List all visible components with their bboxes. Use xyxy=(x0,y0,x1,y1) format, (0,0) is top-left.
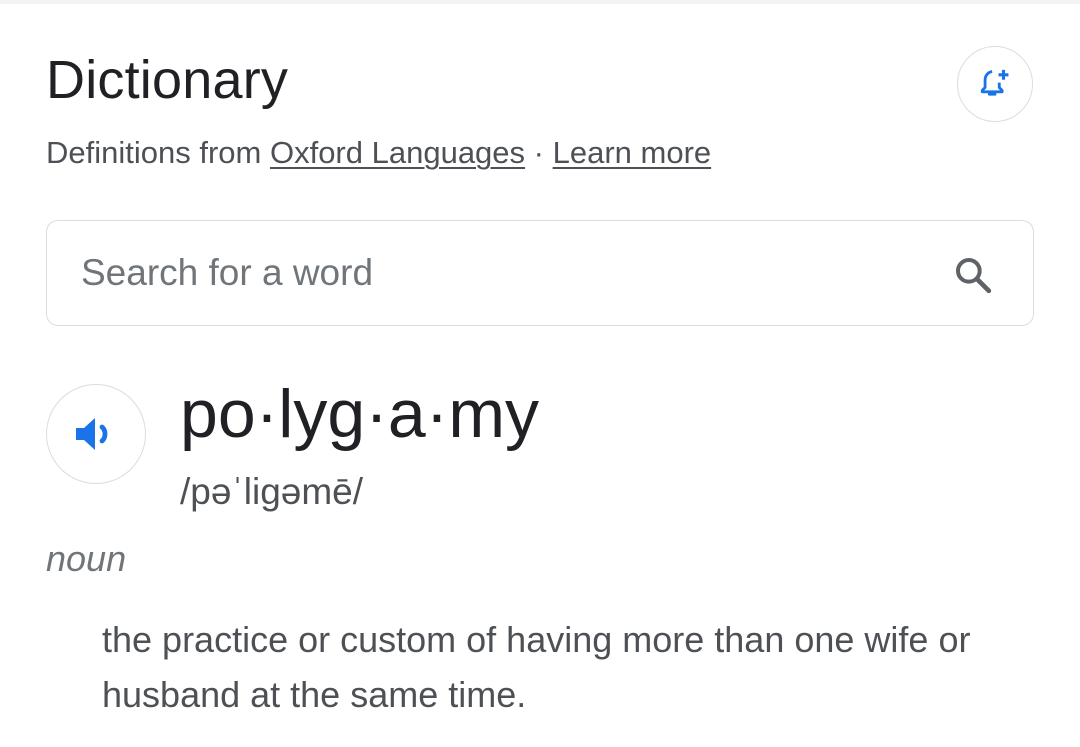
headword: po·lyg·a·my xyxy=(180,376,539,452)
oxford-languages-link[interactable]: Oxford Languages xyxy=(270,135,525,170)
page-title: Dictionary xyxy=(46,50,289,110)
phonetic-spelling: /pəˈliɡəmē/ xyxy=(180,471,364,512)
source-prefix: Definitions from xyxy=(46,135,270,170)
learn-more-link[interactable]: Learn more xyxy=(553,135,712,170)
search-input[interactable] xyxy=(81,221,921,324)
search-box xyxy=(46,220,1034,326)
pronunciation-button[interactable] xyxy=(46,384,146,484)
part-of-speech: noun xyxy=(46,538,127,579)
create-alert-button[interactable] xyxy=(957,46,1033,122)
source-separator: · xyxy=(525,135,553,170)
search-icon[interactable] xyxy=(953,255,993,295)
definition-text: the practice or custom of having more th… xyxy=(102,619,971,715)
speaker-icon xyxy=(76,418,108,450)
source-line: Definitions from Oxford Languages · Lear… xyxy=(46,134,711,172)
top-divider xyxy=(0,0,1080,4)
bell-plus-icon xyxy=(980,69,1009,96)
